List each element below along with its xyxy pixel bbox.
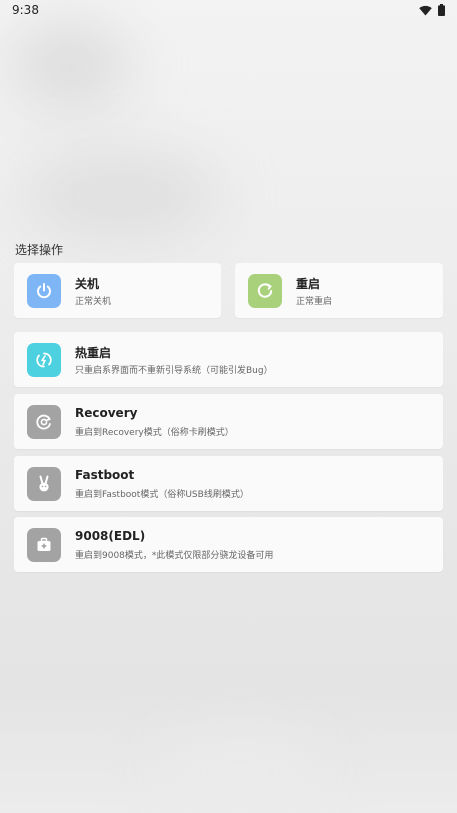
hot-reboot-option[interactable]: 热重启 只重启系界面而不重新引导系统（可能引发Bug） xyxy=(14,332,443,387)
hot-reboot-title: 热重启 xyxy=(75,346,112,360)
background-blur xyxy=(10,20,130,110)
section-title: 选择操作 xyxy=(15,243,64,257)
reboot-subtitle: 正常重启 xyxy=(296,297,333,307)
recovery-option[interactable]: Recovery 重启到Recovery模式（俗称卡刷模式） xyxy=(14,394,443,449)
fastboot-bunny-icon xyxy=(27,467,61,501)
edl-subtitle: 重启到9008模式，*此模式仅限部分骁龙设备可用 xyxy=(75,551,274,561)
toolbox-icon xyxy=(27,528,61,562)
status-bar: 9:38 xyxy=(0,0,457,22)
status-time: 9:38 xyxy=(12,3,39,17)
background-blur xyxy=(160,730,320,810)
recovery-icon xyxy=(27,405,61,439)
hot-reboot-icon xyxy=(27,343,61,377)
recovery-title: Recovery xyxy=(75,406,138,420)
reboot-title: 重启 xyxy=(296,277,321,291)
hot-reboot-subtitle: 只重启系界面而不重新引导系统（可能引发Bug） xyxy=(75,366,273,376)
fastboot-subtitle: 重启到Fastboot模式（俗称USB线刷模式） xyxy=(75,490,249,500)
fastboot-option[interactable]: Fastboot 重启到Fastboot模式（俗称USB线刷模式） xyxy=(14,456,443,511)
poweroff-title: 关机 xyxy=(75,277,100,291)
background-blur xyxy=(20,150,220,240)
reboot-option[interactable]: 重启 正常重启 xyxy=(235,263,443,318)
poweroff-option[interactable]: 关机 正常关机 xyxy=(14,263,221,318)
power-icon xyxy=(27,274,61,308)
restart-icon xyxy=(248,274,282,308)
recovery-subtitle: 重启到Recovery模式（俗称卡刷模式） xyxy=(75,428,234,438)
wifi-icon xyxy=(419,5,432,16)
edl-option[interactable]: 9008(EDL) 重启到9008模式，*此模式仅限部分骁龙设备可用 xyxy=(14,517,443,572)
fastboot-title: Fastboot xyxy=(75,468,135,482)
battery-icon xyxy=(438,4,445,16)
status-icons xyxy=(419,4,445,16)
edl-title: 9008(EDL) xyxy=(75,529,146,543)
poweroff-subtitle: 正常关机 xyxy=(75,297,112,307)
